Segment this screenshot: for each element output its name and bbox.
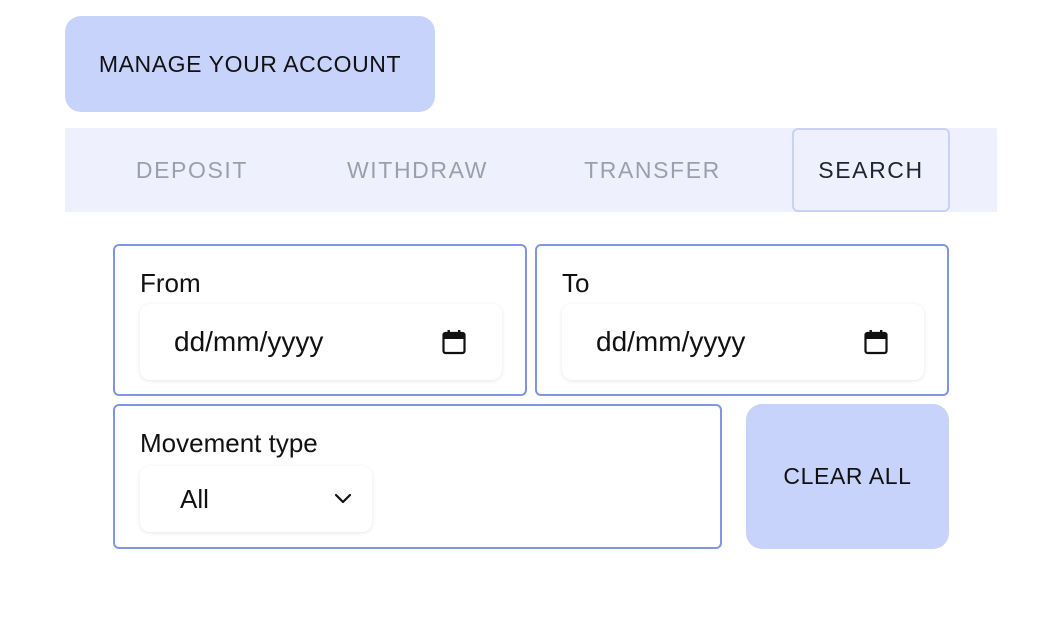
clear-all-button[interactable]: CLEAR ALL: [746, 404, 949, 549]
movement-type-value: All: [180, 483, 209, 514]
to-date-input[interactable]: dd/mm/yyyy: [562, 304, 924, 380]
movement-type-label: Movement type: [140, 428, 318, 458]
from-date-input[interactable]: dd/mm/yyyy: [140, 304, 502, 380]
page: MANAGE YOUR ACCOUNT DEPOSIT WITHDRAW TRA…: [0, 0, 1058, 636]
tab-search[interactable]: SEARCH: [792, 128, 950, 212]
movement-type-group: Movement type All: [113, 404, 722, 549]
tab-transfer[interactable]: TRANSFER: [570, 128, 735, 212]
to-date-placeholder: dd/mm/yyyy: [596, 326, 746, 357]
from-date-placeholder: dd/mm/yyyy: [174, 326, 324, 357]
manage-account-button[interactable]: MANAGE YOUR ACCOUNT: [65, 16, 435, 112]
calendar-icon[interactable]: [442, 329, 466, 355]
movement-type-select[interactable]: All: [140, 466, 372, 532]
tab-withdraw[interactable]: WITHDRAW: [330, 128, 505, 212]
chevron-down-icon: [334, 493, 352, 504]
to-date-group: To dd/mm/yyyy: [535, 244, 949, 396]
from-label: From: [140, 268, 201, 298]
to-label: To: [562, 268, 590, 298]
tab-deposit[interactable]: DEPOSIT: [117, 128, 267, 212]
tab-bar: DEPOSIT WITHDRAW TRANSFER SEARCH: [65, 128, 997, 212]
from-date-group: From dd/mm/yyyy: [113, 244, 527, 396]
calendar-icon[interactable]: [864, 329, 888, 355]
